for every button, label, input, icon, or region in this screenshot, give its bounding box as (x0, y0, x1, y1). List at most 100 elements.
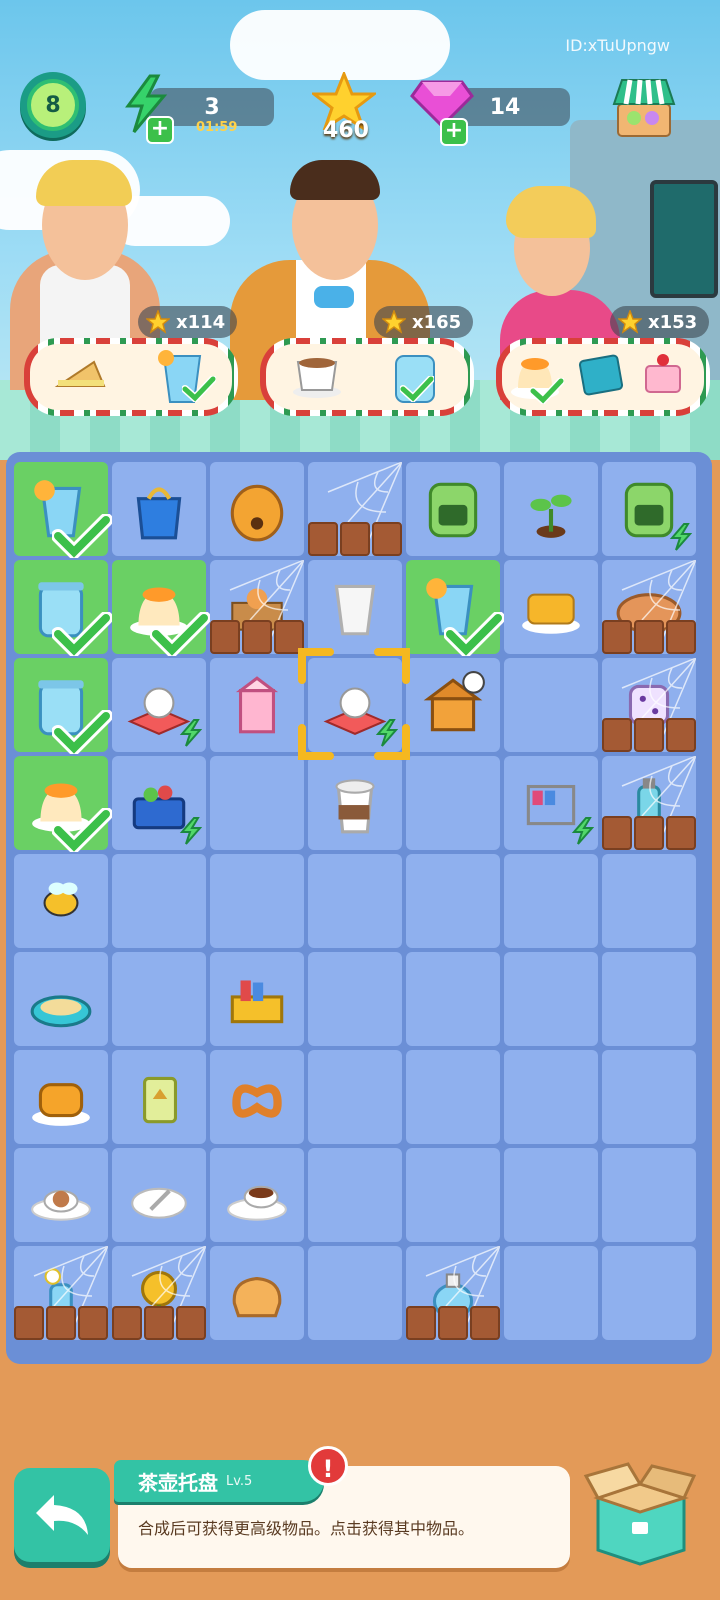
board-cell[interactable] (308, 1148, 402, 1242)
board-cell[interactable] (504, 756, 598, 850)
board-cell[interactable] (406, 1050, 500, 1144)
board-cell[interactable] (406, 756, 500, 850)
green-oven-icon (428, 482, 478, 538)
board-cell[interactable] (308, 756, 402, 850)
star-count: 460 (323, 118, 369, 143)
board-cell[interactable] (602, 756, 696, 850)
storage-box-button[interactable] (582, 1454, 698, 1568)
coffee-cup-icon (335, 779, 375, 834)
order-card-center[interactable] (260, 338, 474, 416)
plate-spoon-icon (131, 1187, 187, 1219)
board-cell[interactable] (308, 560, 402, 654)
board-cell[interactable] (504, 462, 598, 556)
energy-bolt-icon (571, 817, 594, 845)
alert-badge[interactable]: ! (308, 1446, 348, 1486)
order-card-right[interactable] (496, 338, 710, 416)
board-cell[interactable] (308, 462, 402, 556)
board-cell[interactable] (406, 1148, 500, 1242)
board-cell[interactable] (504, 1050, 598, 1144)
star-icon (146, 310, 170, 334)
check-icon (52, 514, 112, 558)
board-cell[interactable] (112, 756, 206, 850)
board-cell[interactable] (210, 756, 304, 850)
board-cell[interactable] (504, 854, 598, 948)
customer-right-reward: x153 (610, 306, 710, 338)
board-cell[interactable] (308, 952, 402, 1046)
check-icon (444, 612, 504, 656)
book-box-icon (230, 980, 284, 1024)
star-icon (618, 310, 642, 334)
check-icon (52, 710, 112, 754)
reward-amount: x114 (176, 311, 226, 333)
board-cell[interactable] (210, 1246, 304, 1340)
reward-amount: x153 (648, 311, 698, 333)
crate-lock (602, 816, 696, 850)
board-cell[interactable] (112, 952, 206, 1046)
board-cell[interactable] (504, 560, 598, 654)
board-cell[interactable] (112, 854, 206, 948)
sandwich-icon (54, 360, 106, 387)
board-cell[interactable] (602, 462, 696, 556)
board-cell[interactable] (14, 952, 108, 1046)
item-level: Lv.5 (226, 1473, 253, 1489)
board-cell[interactable] (112, 462, 206, 556)
board-cell[interactable] (406, 560, 504, 656)
board-cell[interactable] (504, 1246, 598, 1340)
check-icon (530, 378, 564, 404)
board-cell[interactable] (112, 1050, 206, 1144)
board-cell[interactable] (14, 462, 112, 558)
board-cell[interactable] (406, 854, 500, 948)
board-cell[interactable] (406, 952, 500, 1046)
sprout-icon (530, 494, 572, 538)
board-cell[interactable] (406, 658, 500, 752)
board-cell[interactable] (602, 1246, 696, 1340)
honey-cake-icon (32, 1083, 90, 1126)
board-cell[interactable] (308, 854, 402, 948)
board-cell[interactable] (14, 756, 112, 852)
board-cell[interactable] (14, 1246, 108, 1340)
honey-toast-icon (522, 593, 580, 634)
energy-bolt-icon (669, 523, 692, 551)
player-id: ID:xTuUpngw (565, 36, 670, 55)
back-button[interactable] (14, 1468, 110, 1562)
board-cell[interactable] (210, 462, 304, 556)
board-cell[interactable] (14, 1148, 108, 1242)
board-cell[interactable] (406, 1246, 500, 1340)
board-cell[interactable] (602, 658, 696, 752)
board-cell[interactable] (210, 560, 304, 654)
board-cell[interactable] (14, 658, 112, 754)
board-cell[interactable] (602, 854, 696, 948)
board-cell[interactable] (14, 560, 112, 656)
board-cell[interactable] (112, 1246, 206, 1340)
board-cell[interactable] (210, 1148, 304, 1242)
board-cell[interactable] (504, 658, 598, 752)
board-cell[interactable] (602, 1050, 696, 1144)
board-cell[interactable] (602, 560, 696, 654)
energy-plus-button[interactable]: + (146, 116, 174, 144)
board-cell[interactable] (210, 1050, 304, 1144)
gems-plus-button[interactable]: + (440, 118, 468, 146)
board-cell[interactable] (112, 658, 206, 752)
board-cell[interactable] (504, 952, 598, 1046)
cinnamon-tea-icon (31, 1189, 91, 1221)
board-cell[interactable] (14, 854, 108, 948)
board-cell[interactable] (406, 462, 500, 556)
board-cell[interactable] (308, 1050, 402, 1144)
board-cell[interactable] (504, 1148, 598, 1242)
board-cell[interactable] (602, 952, 696, 1046)
order-card-left[interactable] (24, 338, 238, 416)
board-cell[interactable] (14, 1050, 108, 1144)
board-cell[interactable] (602, 1148, 696, 1242)
board-cell[interactable] (308, 1246, 402, 1340)
board-cell[interactable] (210, 854, 304, 948)
board-cell[interactable] (210, 952, 304, 1046)
board-cell[interactable] (112, 1148, 206, 1242)
energy-bolt-icon (179, 817, 202, 845)
board-cell[interactable] (112, 560, 210, 656)
latte-cup-icon (293, 358, 341, 398)
shop-sign (650, 180, 718, 298)
level-badge[interactable]: 8 (20, 72, 86, 138)
shop-icon[interactable] (612, 74, 676, 140)
board-cell[interactable] (210, 658, 304, 752)
item-description: 合成后可获得更高级物品。点击获得其中物品。 (138, 1519, 475, 1538)
